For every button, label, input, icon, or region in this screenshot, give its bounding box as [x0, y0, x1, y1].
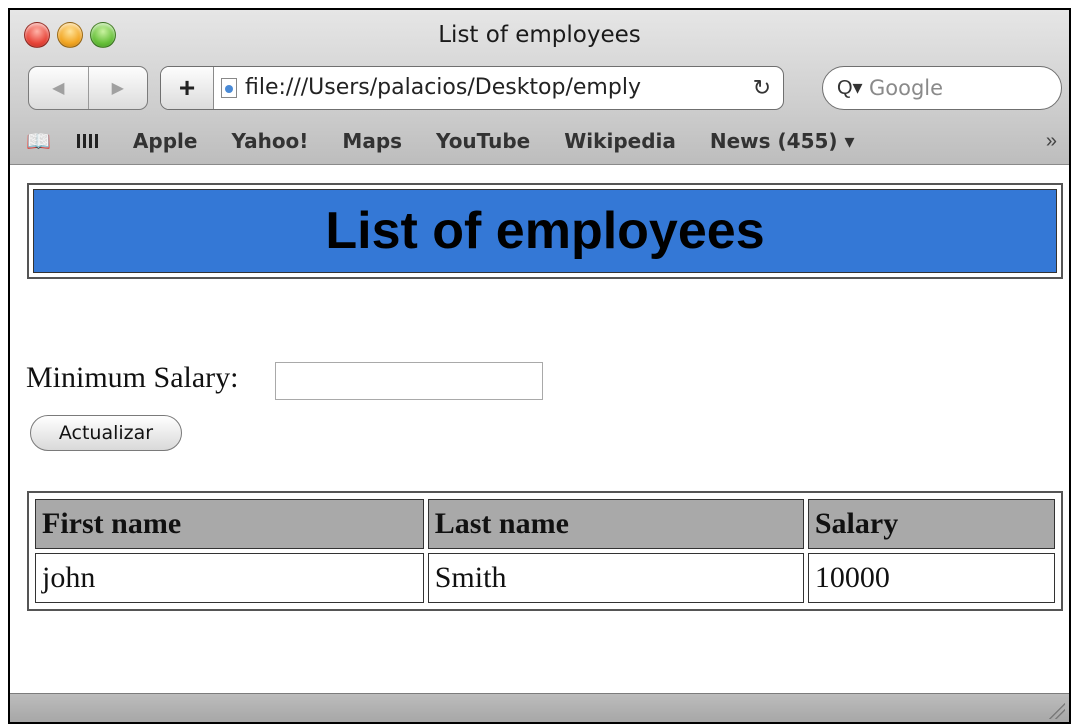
add-bookmark-button[interactable]: + — [161, 67, 214, 109]
page-title: List of employees — [325, 202, 765, 260]
back-button[interactable]: ◀ — [29, 67, 88, 109]
browser-window: List of employees ◀ ▶ + file:///Users/pa… — [8, 8, 1071, 724]
top-sites-grid-icon[interactable] — [76, 134, 99, 148]
book-icon[interactable]: 📖 — [26, 129, 51, 154]
bookmark-apple[interactable]: Apple — [133, 129, 198, 153]
forward-arrow-icon: ▶ — [111, 80, 124, 97]
cell-salary: 10000 — [807, 553, 1055, 603]
heading-table: List of employees — [27, 183, 1063, 279]
nav-buttons: ◀ ▶ — [28, 66, 148, 110]
url-text[interactable]: file:///Users/palacios/Desktop/emply — [245, 67, 739, 109]
table-header-row: First name Last name Salary — [35, 499, 1055, 549]
file-icon — [221, 78, 237, 98]
min-salary-label: Minimum Salary: — [26, 361, 239, 394]
status-bar — [10, 693, 1069, 722]
bookmarks-bar: 📖 Apple Yahoo! Maps YouTube Wikipedia Ne… — [10, 122, 1069, 160]
heading-cell: List of employees — [33, 189, 1057, 273]
header-last-name: Last name — [427, 499, 804, 549]
min-salary-input[interactable] — [275, 362, 543, 400]
bookmark-wikipedia[interactable]: Wikipedia — [564, 129, 676, 153]
search-placeholder[interactable]: Google — [869, 67, 943, 109]
address-bar[interactable]: + file:///Users/palacios/Desktop/emply ↻ — [160, 66, 784, 110]
cell-first-name: john — [35, 553, 424, 603]
update-button[interactable]: Actualizar — [30, 415, 182, 451]
browser-chrome: List of employees ◀ ▶ + file:///Users/pa… — [10, 10, 1069, 165]
employees-table: First name Last name Salary john Smith 1… — [27, 491, 1063, 611]
cell-last-name: Smith — [427, 553, 804, 603]
bookmark-maps[interactable]: Maps — [342, 129, 402, 153]
bookmark-yahoo[interactable]: Yahoo! — [231, 129, 308, 153]
bookmarks-more-icon[interactable]: » — [1046, 122, 1057, 160]
bookmark-youtube[interactable]: YouTube — [436, 129, 530, 153]
bookmark-news[interactable]: News (455) ▾ — [710, 129, 855, 153]
forward-button[interactable]: ▶ — [87, 67, 148, 109]
header-salary: Salary — [807, 499, 1055, 549]
page-content: List of employees Minimum Salary: Actual… — [10, 165, 1069, 695]
header-first-name: First name — [35, 499, 424, 549]
window-title: List of employees — [438, 22, 641, 48]
search-field[interactable]: Q▾ Google — [822, 66, 1062, 110]
reload-icon[interactable]: ↻ — [753, 67, 771, 109]
resize-grip-icon[interactable] — [1047, 701, 1065, 719]
back-arrow-icon: ◀ — [52, 80, 65, 97]
table-row: john Smith 10000 — [35, 553, 1055, 603]
search-icon[interactable]: Q▾ — [837, 67, 863, 109]
